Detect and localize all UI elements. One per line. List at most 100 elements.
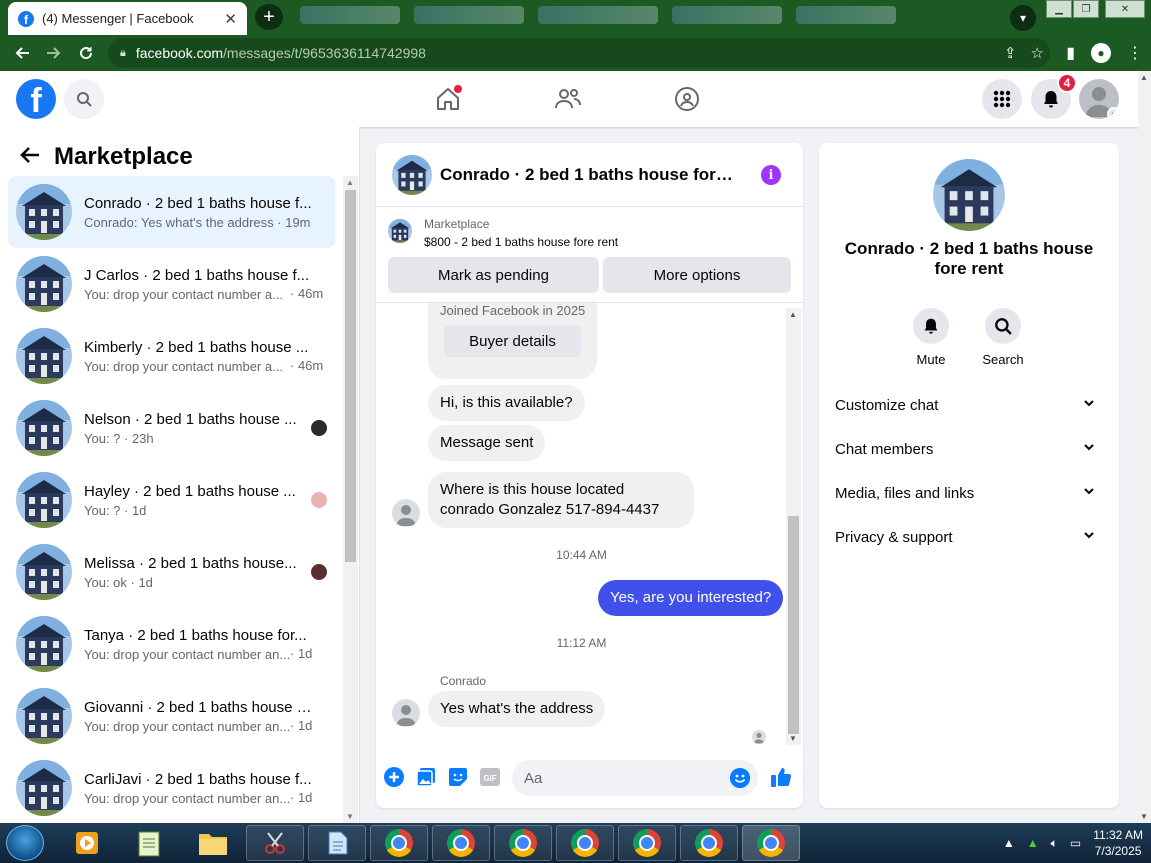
photo-gallery-icon[interactable] [415, 766, 437, 788]
home-icon[interactable] [432, 83, 464, 115]
scroll-down-icon[interactable]: ▼ [789, 734, 797, 743]
clock[interactable]: 11:32 AM 7/3/2025 [1093, 827, 1143, 859]
share-icon[interactable]: ⇪ [1004, 44, 1017, 62]
app-tray-icon[interactable]: ▲ [1027, 836, 1039, 850]
chat-avatar[interactable] [392, 154, 432, 195]
conversation-item[interactable]: CarliJavi · 2 bed 1 baths house f... You:… [8, 752, 335, 823]
conversation-item[interactable]: Nelson · 2 bed 1 baths house ... You: ? ·… [8, 392, 335, 464]
scroll-down-icon[interactable]: ▼ [346, 812, 354, 821]
conversation-avatar[interactable] [933, 159, 1005, 231]
media-player-icon[interactable] [58, 825, 116, 861]
bookmark-star-icon[interactable]: ☆ [1031, 44, 1044, 62]
background-tab[interactable] [414, 6, 524, 24]
close-window-icon[interactable]: ✕ [1105, 0, 1145, 18]
groups-icon[interactable] [671, 83, 703, 115]
conversation-avatar[interactable] [16, 688, 72, 744]
conversation-item[interactable]: Melissa · 2 bed 1 baths house... You: ok … [8, 536, 335, 608]
account-chevron-icon[interactable]: ▾ [1107, 107, 1119, 119]
side-panel-icon[interactable]: ▮ [1066, 43, 1075, 63]
minimize-window-icon[interactable]: ▁ [1046, 0, 1072, 18]
listing-thumbnail[interactable] [388, 219, 412, 243]
chrome-taskbar-icon[interactable] [494, 825, 552, 861]
mark-as-pending-button[interactable]: Mark as pending [388, 257, 599, 293]
conversation-avatar[interactable] [16, 472, 72, 528]
scroll-down-icon[interactable]: ▼ [1140, 812, 1148, 821]
conversation-avatar[interactable] [16, 760, 72, 816]
chrome-taskbar-icon-active[interactable] [742, 825, 800, 861]
account-avatar[interactable]: ▾ [1079, 79, 1119, 119]
scroll-up-icon[interactable]: ▲ [346, 178, 354, 187]
chrome-taskbar-icon[interactable] [680, 825, 738, 861]
mute-button[interactable]: Mute [901, 308, 961, 367]
conversation-item[interactable]: Tanya · 2 bed 1 baths house for... You: d… [8, 608, 335, 680]
forward-arrow-icon[interactable] [38, 37, 70, 69]
buyer-details-button[interactable]: Buyer details [444, 325, 581, 357]
conversation-item[interactable]: J Carlos · 2 bed 1 baths house f... You: … [8, 248, 335, 320]
conversation-avatar[interactable] [16, 256, 72, 312]
message-input[interactable]: Aa [512, 760, 758, 796]
privacy-support-section[interactable]: Privacy & support [827, 515, 1111, 559]
listing-price-title[interactable]: $800 - 2 bed 1 baths house fore rent [424, 235, 618, 249]
conversation-item[interactable]: Conrado · 2 bed 1 baths house f... Conrad… [8, 176, 335, 248]
notifications-bell-icon[interactable]: 4 [1031, 73, 1077, 119]
reload-icon[interactable] [70, 37, 102, 69]
chrome-taskbar-icon[interactable] [618, 825, 676, 861]
profile-icon[interactable]: ● [1091, 43, 1111, 63]
restore-window-icon[interactable]: ❐ [1073, 0, 1099, 18]
background-tab[interactable] [300, 6, 400, 24]
scroll-up-icon[interactable]: ▲ [789, 310, 797, 319]
conversation-item[interactable]: Kimberly · 2 bed 1 baths house ... You: d… [8, 320, 335, 392]
show-hidden-icons-icon[interactable]: ▲ [1003, 836, 1015, 850]
wordpad-icon[interactable] [308, 825, 366, 861]
tab-close-icon[interactable]: ✕ [224, 10, 237, 28]
facebook-search-icon[interactable] [64, 79, 104, 119]
conversation-avatar[interactable] [16, 616, 72, 672]
snipping-tool-icon[interactable] [246, 825, 304, 861]
start-button[interactable] [6, 825, 44, 861]
conversation-item[interactable]: Hayley · 2 bed 1 baths house ... You: ? ·… [8, 464, 335, 536]
bell-icon[interactable] [913, 308, 949, 344]
gif-icon[interactable]: GIF [479, 766, 501, 788]
thumbs-up-icon[interactable] [769, 766, 793, 788]
info-icon[interactable]: i [761, 165, 781, 185]
background-tab[interactable] [672, 6, 782, 24]
contact-avatar[interactable] [392, 499, 420, 527]
search-in-conversation-button[interactable]: Search [973, 308, 1033, 367]
background-tab[interactable] [538, 6, 658, 24]
facebook-logo[interactable]: f [16, 79, 56, 119]
chat-members-section[interactable]: Chat members [827, 427, 1111, 471]
notepad-icon[interactable] [120, 825, 178, 861]
browser-tab[interactable]: f (4) Messenger | Facebook ✕ [8, 2, 247, 35]
url-bar[interactable]: 🔒︎ facebook.com/messages/t/9653636114742… [108, 38, 1050, 68]
volume-icon[interactable]: 🔈︎ [1051, 836, 1058, 851]
menu-grid-icon[interactable] [982, 79, 1022, 119]
scrollbar-thumb[interactable] [788, 516, 799, 734]
chrome-menu-icon[interactable]: ⋮ [1127, 43, 1143, 63]
search-icon[interactable] [985, 308, 1021, 344]
network-icon[interactable]: ▭ [1070, 836, 1081, 850]
sticker-icon[interactable] [447, 766, 469, 788]
lock-icon[interactable]: 🔒︎ [120, 47, 126, 60]
more-options-button[interactable]: More options [603, 257, 791, 293]
conversation-avatar[interactable] [16, 400, 72, 456]
conversation-avatar[interactable] [16, 544, 72, 600]
back-arrow-icon[interactable] [20, 144, 40, 170]
new-tab-button[interactable]: + [255, 4, 283, 30]
file-explorer-icon[interactable] [184, 825, 242, 861]
chrome-taskbar-icon[interactable] [432, 825, 490, 861]
tab-search-chevron-icon[interactable]: ▾ [1010, 5, 1036, 31]
contact-avatar[interactable] [392, 699, 420, 727]
customize-chat-section[interactable]: Customize chat [827, 383, 1111, 427]
conversation-avatar[interactable] [16, 184, 72, 240]
plus-circle-icon[interactable] [383, 766, 405, 788]
conversation-item[interactable]: Giovanni · 2 bed 1 baths house f... You: … [8, 680, 335, 752]
chrome-taskbar-icon[interactable] [556, 825, 614, 861]
emoji-icon[interactable] [730, 768, 750, 788]
chrome-taskbar-icon[interactable] [370, 825, 428, 861]
scrollbar-thumb[interactable] [345, 190, 356, 562]
scroll-up-icon[interactable]: ▲ [1140, 73, 1148, 82]
chat-title[interactable]: Conrado · 2 bed 1 baths house fore r... [440, 165, 740, 185]
friends-icon[interactable] [552, 83, 584, 115]
background-tab[interactable] [796, 6, 896, 24]
chat-scrollbar[interactable]: ▲ ▼ [786, 308, 801, 745]
